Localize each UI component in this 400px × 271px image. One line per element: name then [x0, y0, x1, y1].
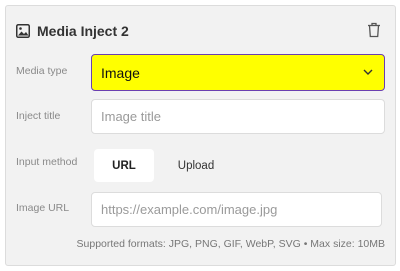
tab-upload[interactable]: Upload: [166, 149, 226, 182]
media-inject-card: Media Inject 2 Media type Image Inject t…: [5, 5, 396, 266]
media-type-label: Media type: [16, 65, 68, 77]
tab-url[interactable]: URL: [94, 149, 154, 182]
chevron-down-icon: [363, 69, 373, 75]
image-icon: [16, 24, 30, 38]
trash-icon[interactable]: [367, 22, 381, 38]
image-url-input[interactable]: [91, 192, 382, 227]
media-type-value: Image: [101, 65, 140, 81]
media-type-select[interactable]: Image: [91, 54, 385, 91]
inject-title-label: Inject title: [16, 110, 61, 122]
image-url-label: Image URL: [16, 202, 70, 214]
input-method-label: Input method: [16, 156, 78, 168]
inject-title-input[interactable]: [91, 99, 385, 134]
card-title: Media Inject 2: [37, 23, 129, 39]
supported-formats-hint: Supported formats: JPG, PNG, GIF, WebP, …: [76, 238, 385, 250]
